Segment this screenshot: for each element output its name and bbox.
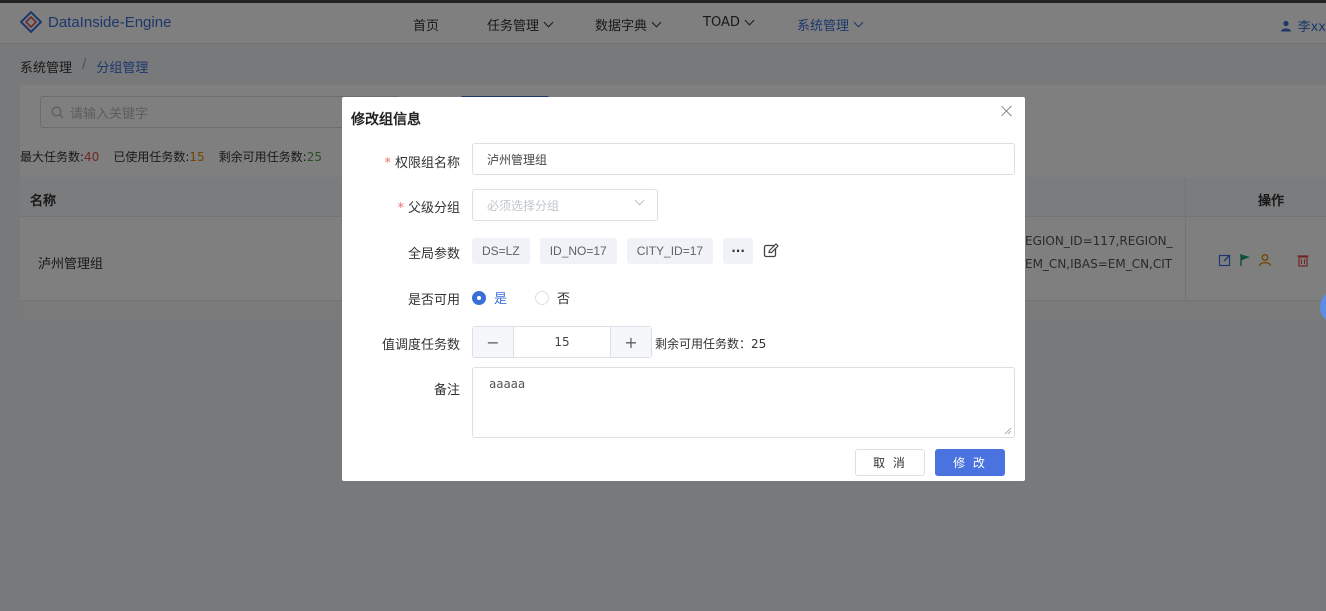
group-name-input[interactable]: 泸州管理组 (472, 143, 1015, 175)
param-tag: CITY_ID=17 (626, 238, 714, 264)
radio-unchecked-icon (535, 290, 550, 305)
radio-yes-label: 是 (494, 292, 508, 307)
parent-group-select[interactable]: 必须选择分组 (472, 189, 658, 221)
enabled-label: 是否可用 (407, 293, 460, 308)
resize-handle-icon[interactable] (1004, 427, 1012, 435)
schedule-count-value[interactable]: 15 (514, 327, 610, 357)
chevron-down-icon (634, 195, 645, 206)
remark-textarea[interactable]: aaaaa (472, 367, 1015, 438)
enabled-yes-radio[interactable]: 是 (472, 288, 507, 307)
enabled-no-radio[interactable]: 否 (535, 288, 570, 307)
required-mark: * (384, 156, 391, 171)
dialog-title: 修改组信息 (351, 112, 421, 128)
parent-group-label-text: 父级分组 (407, 201, 460, 216)
radio-no-label: 否 (557, 292, 571, 307)
more-params-button[interactable]: ··· (723, 238, 754, 264)
group-name-value: 泸州管理组 (487, 152, 548, 167)
schedule-count-label: 值调度任务数 (381, 338, 460, 353)
global-params-tags: DS=LZ ID_NO=17 CITY_ID=17 ··· (472, 238, 779, 264)
cancel-button[interactable]: 取 消 (855, 449, 925, 476)
parent-group-label: * 父级分组 (342, 197, 460, 216)
group-name-label-text: 权限组名称 (394, 156, 460, 171)
remaining-tasks-text: 剩余可用任务数：25 (655, 337, 767, 351)
edit-group-dialog: 修改组信息 * 权限组名称 泸州管理组 * 父级分组 必须选择分组 全局参数 DS=… (342, 97, 1025, 481)
edit-params-icon[interactable] (763, 243, 779, 259)
parent-group-placeholder: 必须选择分组 (487, 198, 560, 213)
confirm-edit-button[interactable]: 修 改 (935, 449, 1005, 476)
close-icon[interactable] (999, 103, 1015, 119)
group-name-label: * 权限组名称 (342, 152, 460, 171)
decrement-button[interactable]: − (473, 327, 514, 357)
param-tag: ID_NO=17 (539, 238, 617, 264)
remark-value: aaaaa (489, 377, 526, 391)
increment-button[interactable]: + (610, 327, 651, 357)
remark-label: 备注 (433, 383, 460, 398)
radio-checked-icon (472, 290, 486, 305)
global-params-label: 全局参数 (407, 247, 460, 262)
schedule-count-stepper: − 15 + (472, 326, 652, 358)
enabled-radio-group: 是 否 (472, 288, 570, 307)
param-tag: DS=LZ (472, 238, 530, 264)
required-mark: * (397, 201, 404, 216)
